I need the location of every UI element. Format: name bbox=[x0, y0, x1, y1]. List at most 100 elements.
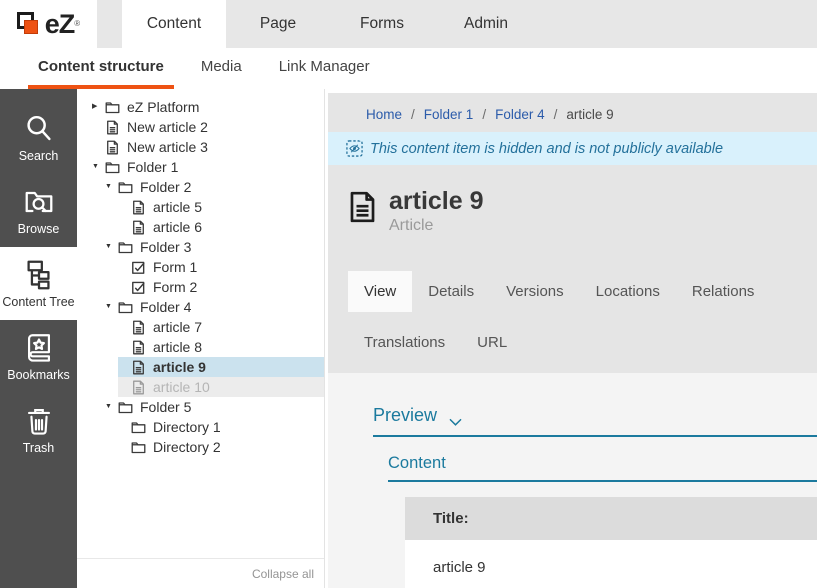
logo-text: eZ bbox=[45, 9, 75, 40]
article-icon bbox=[131, 200, 146, 215]
top-tab-admin[interactable]: Admin bbox=[434, 0, 538, 48]
tree-item-article-7[interactable]: article 7 bbox=[77, 317, 324, 337]
view-content-area: Preview Content Title: article 9 bbox=[328, 373, 817, 588]
tree-item-form-2[interactable]: Form 2 bbox=[77, 277, 324, 297]
top-tab-page[interactable]: Page bbox=[226, 0, 330, 48]
tree-item-article-9[interactable]: article 9 bbox=[77, 357, 324, 377]
sidebar-item-trash[interactable]: Trash bbox=[0, 393, 77, 466]
tree-item-directory-2[interactable]: Directory 2 bbox=[77, 437, 324, 457]
tree-item-article-6[interactable]: article 6 bbox=[77, 217, 324, 237]
subnav-media[interactable]: Media bbox=[191, 48, 252, 89]
sidebar-item-label: Trash bbox=[23, 441, 55, 455]
article-icon bbox=[105, 140, 120, 155]
article-icon bbox=[346, 187, 379, 227]
tree-item-label: article 10 bbox=[153, 379, 210, 395]
breadcrumb-separator: / bbox=[411, 107, 415, 122]
tree-item-folder-2[interactable]: ▼ Folder 2 bbox=[77, 177, 324, 197]
breadcrumb-link[interactable]: Home bbox=[366, 107, 402, 122]
tree-item-article-8[interactable]: article 8 bbox=[77, 337, 324, 357]
expand-arrow-icon[interactable]: ▶ bbox=[92, 97, 105, 117]
subnav-item-label: Media bbox=[201, 58, 242, 75]
tree-item-article-10[interactable]: article 10 bbox=[77, 377, 324, 397]
tab-url[interactable]: URL bbox=[461, 322, 523, 363]
tree-item-label: Form 1 bbox=[153, 259, 197, 275]
tab-label: Translations bbox=[364, 334, 445, 351]
content-title-row: article 9 Article bbox=[328, 165, 817, 259]
expand-arrow-icon[interactable]: ▼ bbox=[105, 397, 118, 417]
tab-versions[interactable]: Versions bbox=[490, 271, 580, 312]
field-table: Title: article 9 bbox=[405, 497, 817, 588]
expand-arrow-icon[interactable]: ▼ bbox=[105, 237, 118, 257]
tree-item-row: article 10 bbox=[118, 377, 324, 397]
ez-logo-icon bbox=[17, 11, 41, 37]
content-section-heading: Content bbox=[388, 454, 817, 473]
subnav-link-manager[interactable]: Link Manager bbox=[269, 48, 380, 89]
tree-item-folder-5[interactable]: ▼ Folder 5 bbox=[77, 397, 324, 417]
folder-icon bbox=[118, 240, 133, 255]
subnav-item-label: Link Manager bbox=[279, 58, 370, 75]
collapse-all-button[interactable]: Collapse all bbox=[77, 558, 324, 588]
article-icon bbox=[131, 380, 146, 395]
sidebar-item-bookmarks[interactable]: Bookmarks bbox=[0, 320, 77, 393]
tree-item-label: eZ Platform bbox=[127, 99, 199, 115]
top-tab-forms[interactable]: Forms bbox=[330, 0, 434, 48]
breadcrumb-folder-4[interactable]: / Folder 4 bbox=[473, 107, 544, 122]
tab-translations[interactable]: Translations bbox=[348, 322, 461, 363]
breadcrumb-separator: / bbox=[482, 107, 486, 122]
tree-item-label: Directory 1 bbox=[153, 419, 221, 435]
breadcrumb-folder-1[interactable]: / Folder 1 bbox=[402, 107, 473, 122]
tree-item-label: article 9 bbox=[153, 359, 206, 375]
expand-arrow-icon[interactable]: ▼ bbox=[92, 157, 105, 177]
article-icon bbox=[131, 320, 146, 335]
tree-item-row: ▼ Folder 4 bbox=[105, 297, 324, 317]
tab-view[interactable]: View bbox=[348, 271, 412, 312]
folder-icon bbox=[118, 400, 133, 415]
breadcrumb-link[interactable]: Folder 4 bbox=[495, 107, 545, 122]
subnav-content-structure[interactable]: Content structure bbox=[28, 48, 174, 89]
tree-item-new-article-2[interactable]: New article 2 bbox=[77, 117, 324, 137]
tree-item-label: article 5 bbox=[153, 199, 202, 215]
expand-arrow-icon[interactable]: ▼ bbox=[105, 297, 118, 317]
form-icon bbox=[131, 280, 146, 295]
tree-item-row: ▼ Folder 5 bbox=[105, 397, 324, 417]
ez-logo[interactable]: eZ ® bbox=[0, 0, 97, 48]
breadcrumb-link[interactable]: article 9 bbox=[566, 107, 613, 122]
tree-item-row: New article 3 bbox=[92, 137, 324, 157]
sidebar-item-browse[interactable]: Browse bbox=[0, 174, 77, 247]
breadcrumb-link[interactable]: Folder 1 bbox=[424, 107, 474, 122]
breadcrumb-home[interactable]: Home bbox=[366, 107, 402, 122]
tree-item-row: Form 1 bbox=[118, 257, 324, 277]
breadcrumb-article-9[interactable]: / article 9 bbox=[545, 107, 614, 122]
content-section-divider bbox=[388, 480, 817, 482]
preview-toggle[interactable]: Preview bbox=[373, 405, 817, 426]
preview-divider bbox=[373, 435, 817, 437]
tree-item-article-5[interactable]: article 5 bbox=[77, 197, 324, 217]
tab-details[interactable]: Details bbox=[412, 271, 490, 312]
sidebar-item-search[interactable]: Search bbox=[0, 101, 77, 174]
tree-item-folder-1[interactable]: ▼ Folder 1 bbox=[77, 157, 324, 177]
tree-item-new-article-3[interactable]: New article 3 bbox=[77, 137, 324, 157]
tree-item-row: article 6 bbox=[118, 217, 324, 237]
tab-label: URL bbox=[477, 334, 507, 351]
top-tab-content[interactable]: Content bbox=[122, 0, 226, 48]
folder-icon bbox=[105, 100, 120, 115]
tab-label: Relations bbox=[692, 283, 755, 300]
tree-item-row: ▶ eZ Platform bbox=[92, 97, 324, 117]
tree-item-directory-1[interactable]: Directory 1 bbox=[77, 417, 324, 437]
tree-item-ez-platform[interactable]: ▶ eZ Platform bbox=[77, 97, 324, 117]
search-icon bbox=[22, 112, 56, 146]
field-table-header: Title: bbox=[405, 497, 817, 540]
form-icon bbox=[131, 260, 146, 275]
expand-arrow-icon[interactable]: ▼ bbox=[105, 177, 118, 197]
tree-item-label: Folder 3 bbox=[140, 239, 191, 255]
article-icon bbox=[131, 340, 146, 355]
tab-relations[interactable]: Relations bbox=[676, 271, 771, 312]
tree-item-folder-4[interactable]: ▼ Folder 4 bbox=[77, 297, 324, 317]
sidebar-item-content-tree[interactable]: Content Tree bbox=[0, 247, 77, 320]
tree-item-form-1[interactable]: Form 1 bbox=[77, 257, 324, 277]
tab-label: Locations bbox=[596, 283, 660, 300]
tree-item-folder-3[interactable]: ▼ Folder 3 bbox=[77, 237, 324, 257]
hidden-content-alert: This content item is hidden and is not p… bbox=[328, 132, 817, 165]
tab-locations[interactable]: Locations bbox=[580, 271, 676, 312]
tree-item-row: Directory 2 bbox=[118, 437, 324, 457]
